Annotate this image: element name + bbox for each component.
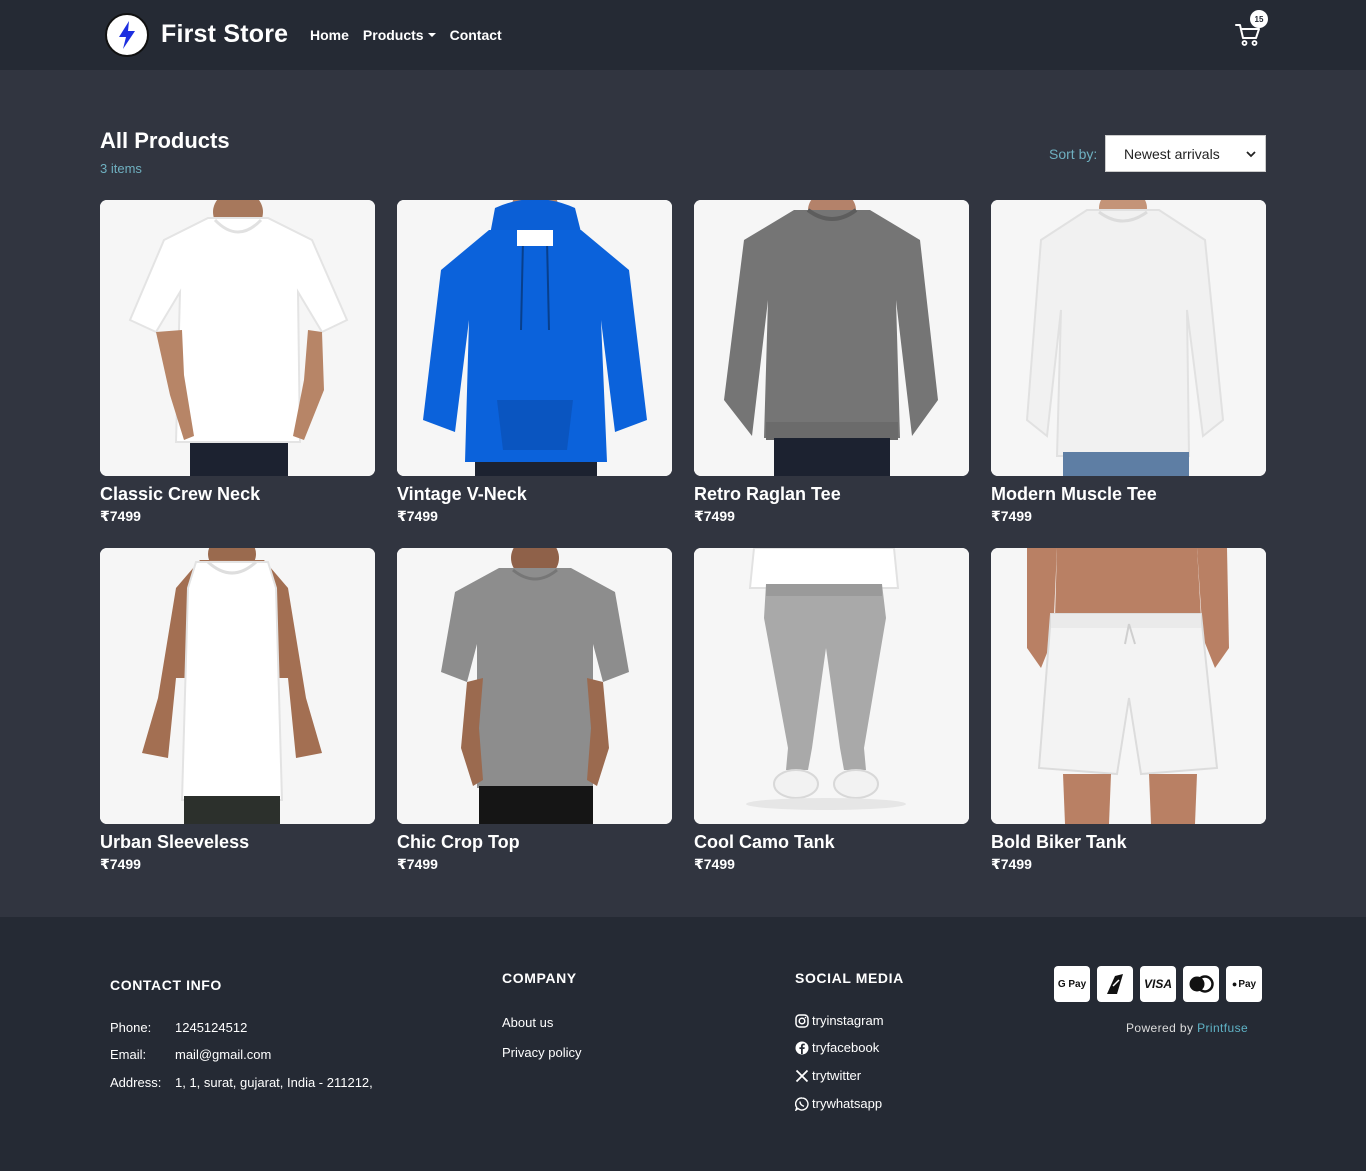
product-name[interactable]: Bold Biker Tank	[991, 832, 1266, 853]
social-media-heading: SOCIAL MEDIA	[795, 970, 904, 986]
whatsapp-icon	[795, 1096, 809, 1111]
product-name[interactable]: Cool Camo Tank	[694, 832, 969, 853]
nav-products-label: Products	[362, 27, 424, 43]
caret-down-icon	[427, 33, 436, 37]
instagram-icon	[795, 1013, 809, 1028]
whatsapp-label: trywhatsapp	[812, 1096, 883, 1111]
email-label: Email:	[110, 1047, 147, 1062]
privacy-policy-link[interactable]: Privacy policy	[502, 1045, 581, 1060]
sort-label: Sort by:	[1049, 146, 1098, 162]
nav-products[interactable]: Products	[363, 27, 436, 43]
facebook-link[interactable]: tryfacebook	[795, 1040, 879, 1055]
visa-icon: VISA	[1140, 966, 1176, 1002]
product-name[interactable]: Chic Crop Top	[397, 832, 672, 853]
footer: CONTACT INFO Phone: 1245124512 Email: ma…	[0, 917, 1366, 1171]
product-price: ₹7499	[991, 856, 1032, 872]
product-card[interactable]: Cool Camo Tank ₹7499	[694, 548, 969, 873]
apple-logo-icon: ●	[1231, 979, 1238, 989]
address-value: 1, 1, surat, gujarat, India - 211212,	[175, 1075, 373, 1090]
product-card[interactable]: Bold Biker Tank ₹7499	[991, 548, 1266, 873]
product-price: ₹7499	[397, 856, 438, 872]
product-image-white-tshirt[interactable]	[100, 200, 375, 476]
chevron-down-icon	[1246, 151, 1256, 158]
product-image-gray-heather-tee[interactable]	[397, 548, 672, 824]
about-us-link[interactable]: About us	[502, 1015, 553, 1030]
product-image-white-longsleeve[interactable]	[991, 200, 1266, 476]
email-value[interactable]: mail@gmail.com	[175, 1047, 271, 1062]
twitter-label: trytwitter	[812, 1068, 862, 1083]
product-image-white-shorts[interactable]	[991, 548, 1266, 824]
instagram-label: tryinstagram	[812, 1013, 884, 1028]
apple-pay-label: Pay	[1238, 978, 1257, 990]
company-heading: COMPANY	[502, 970, 577, 986]
address-label: Address:	[110, 1075, 162, 1090]
product-name[interactable]: Urban Sleeveless	[100, 832, 375, 853]
contact-info-heading: CONTACT INFO	[110, 977, 222, 993]
navbar: First Store Home Products Contact 15	[0, 0, 1366, 70]
product-price: ₹7499	[694, 508, 735, 524]
instagram-link[interactable]: tryinstagram	[795, 1013, 884, 1028]
product-card[interactable]: Classic Crew Neck ₹7499	[100, 200, 375, 525]
payment-methods: G Pay VISA ● Pay	[1054, 966, 1262, 1002]
item-count: 3 items	[100, 161, 142, 176]
product-price: ₹7499	[694, 856, 735, 872]
product-image-white-tank[interactable]	[100, 548, 375, 824]
product-card[interactable]: Vintage V-Neck ₹7499	[397, 200, 672, 525]
sort-select[interactable]: Newest arrivals	[1105, 135, 1266, 172]
product-price: ₹7499	[991, 508, 1032, 524]
google-pay-icon: G Pay	[1054, 966, 1090, 1002]
product-card[interactable]: Modern Muscle Tee ₹7499	[991, 200, 1266, 525]
product-card[interactable]: Urban Sleeveless ₹7499	[100, 548, 375, 873]
whatsapp-link[interactable]: trywhatsapp	[795, 1096, 882, 1111]
logo-lightning-icon[interactable]	[105, 13, 149, 57]
product-name[interactable]: Retro Raglan Tee	[694, 484, 969, 505]
facebook-icon	[795, 1041, 809, 1054]
product-image-blue-hoodie[interactable]	[397, 200, 672, 476]
powered-by: Powered by Printfuse	[1126, 1021, 1248, 1035]
mastercard-icon	[1183, 966, 1219, 1002]
brand-name[interactable]: First Store	[161, 20, 288, 49]
rupay-icon	[1097, 966, 1133, 1002]
product-card[interactable]: Retro Raglan Tee ₹7499	[694, 200, 969, 525]
printfuse-link[interactable]: Printfuse	[1197, 1021, 1248, 1035]
phone-label: Phone:	[110, 1020, 152, 1035]
x-twitter-icon	[795, 1069, 809, 1082]
product-price: ₹7499	[100, 508, 141, 524]
sort-select-value: Newest arrivals	[1124, 145, 1220, 162]
product-name[interactable]: Classic Crew Neck	[100, 484, 375, 505]
cart-count-badge: 15	[1250, 10, 1268, 28]
product-image-gray-sweatshirt[interactable]	[694, 200, 969, 476]
product-card[interactable]: Chic Crop Top ₹7499	[397, 548, 672, 873]
facebook-label: tryfacebook	[812, 1040, 880, 1055]
powered-by-prefix: Powered by	[1126, 1021, 1194, 1035]
page-title: All Products	[100, 128, 230, 153]
nav-contact[interactable]: Contact	[450, 27, 502, 43]
nav-links: Home Products Contact	[310, 27, 502, 43]
twitter-link[interactable]: trytwitter	[795, 1068, 861, 1083]
product-name[interactable]: Modern Muscle Tee	[991, 484, 1266, 505]
apple-pay-icon: ● Pay	[1226, 966, 1262, 1002]
product-name[interactable]: Vintage V-Neck	[397, 484, 672, 505]
product-price: ₹7499	[100, 856, 141, 872]
nav-home[interactable]: Home	[310, 27, 349, 43]
phone-value: 1245124512	[175, 1020, 248, 1035]
product-image-gray-joggers[interactable]	[694, 548, 969, 824]
product-price: ₹7499	[397, 508, 438, 524]
